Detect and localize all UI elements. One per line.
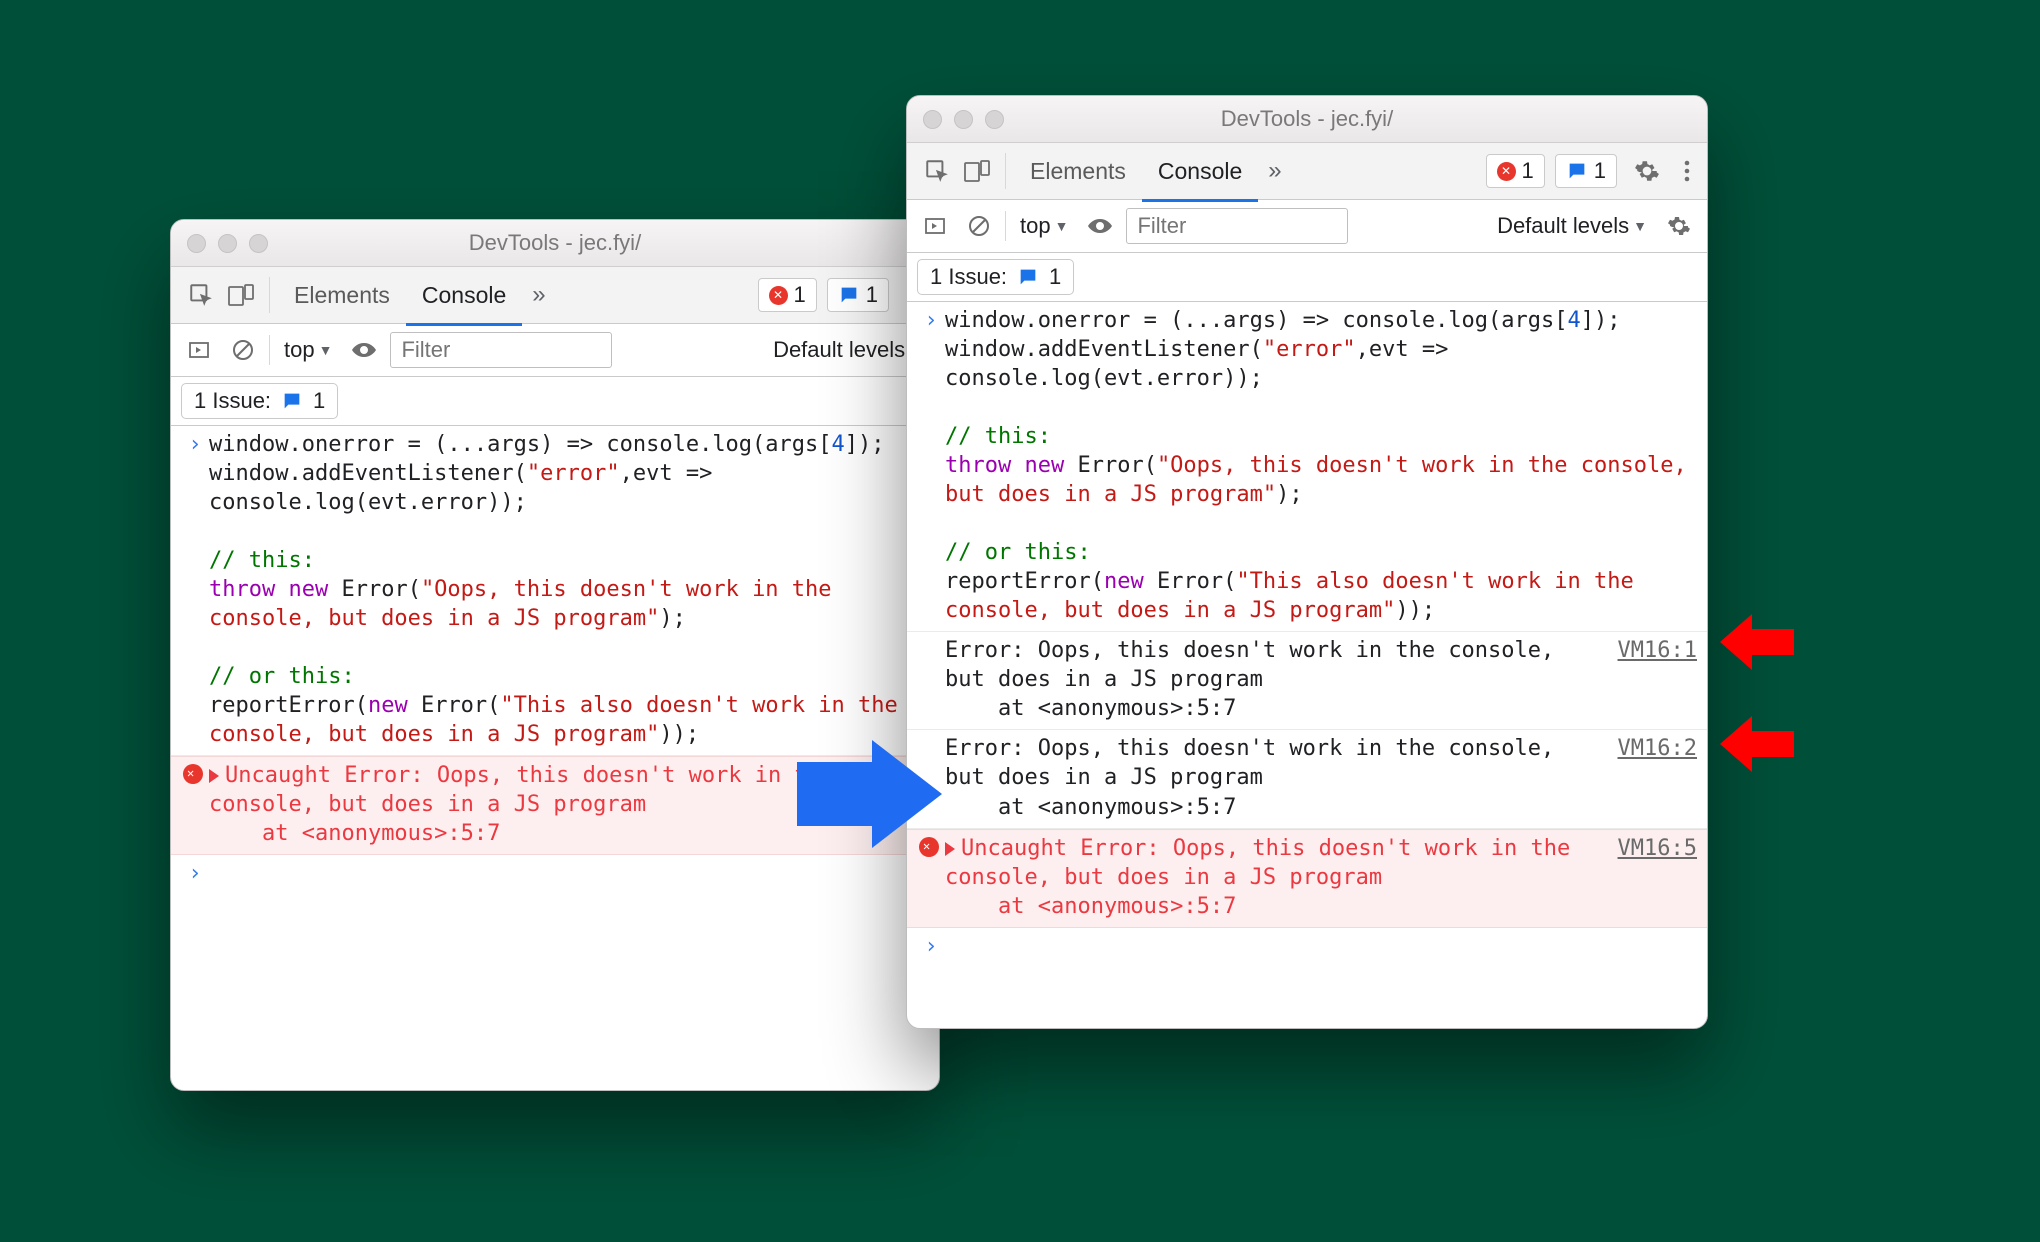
log-levels-selector[interactable]: Default levels ▼ (1491, 213, 1653, 239)
devtools-window-left: DevTools - jec.fyi/ Elements Console » 1… (170, 219, 940, 1091)
console-settings-icon[interactable] (1661, 208, 1697, 244)
error-count: 1 (1522, 158, 1534, 184)
message-count-badge[interactable]: 1 (1555, 154, 1617, 188)
window-title: DevTools - jec.fyi/ (907, 106, 1707, 132)
tab-elements[interactable]: Elements (1014, 143, 1142, 199)
tab-elements[interactable]: Elements (278, 267, 406, 323)
prompt-icon: › (917, 932, 945, 961)
console-log-row[interactable]: Error: Oops, this doesn't work in the co… (907, 730, 1707, 828)
log-levels-selector[interactable]: Default levels ▼ (767, 337, 929, 363)
issues-bar: 1 Issue: 1 (907, 253, 1707, 302)
issues-chip[interactable]: 1 Issue: 1 (917, 259, 1074, 295)
chevron-down-icon: ▼ (319, 342, 333, 358)
main-tabbar: Elements Console » 1 1 (907, 143, 1707, 200)
levels-label: Default levels (1497, 213, 1629, 239)
code-entry: window.onerror = (...args) => console.lo… (945, 306, 1697, 625)
more-tabs-icon[interactable]: » (1258, 157, 1291, 185)
code-entry: window.onerror = (...args) => console.lo… (209, 430, 929, 749)
main-tabbar: Elements Console » 1 1 (171, 267, 939, 324)
toggle-sidebar-icon[interactable] (917, 208, 953, 244)
context-label: top (284, 337, 315, 363)
source-link[interactable]: VM16:2 (1598, 734, 1697, 821)
console-prompt-row[interactable]: › (171, 855, 939, 894)
titlebar: DevTools - jec.fyi/ (907, 96, 1707, 143)
toggle-sidebar-icon[interactable] (181, 332, 217, 368)
context-label: top (1020, 213, 1051, 239)
error-icon (769, 286, 788, 305)
devtools-window-right: DevTools - jec.fyi/ Elements Console » 1… (906, 95, 1708, 1029)
more-tabs-icon[interactable]: » (522, 281, 555, 309)
error-gutter (181, 761, 209, 848)
issues-label: 1 Issue: (930, 264, 1007, 290)
issues-count: 1 (1049, 264, 1061, 290)
chevron-down-icon: ▼ (1633, 218, 1647, 234)
tab-console[interactable]: Console (406, 264, 522, 326)
log-message: Error: Oops, this doesn't work in the co… (945, 734, 1598, 821)
expand-icon[interactable] (209, 769, 219, 783)
close-dot[interactable] (923, 110, 942, 129)
min-dot[interactable] (218, 234, 237, 253)
console-input-row[interactable]: › window.onerror = (...args) => console.… (171, 426, 939, 756)
tab-console[interactable]: Console (1142, 140, 1258, 202)
max-dot[interactable] (249, 234, 268, 253)
live-expression-icon[interactable] (1082, 208, 1118, 244)
clear-console-icon[interactable] (225, 332, 261, 368)
error-icon (183, 764, 203, 784)
window-title: DevTools - jec.fyi/ (171, 230, 939, 256)
error-count-badge[interactable]: 1 (1486, 154, 1545, 188)
prompt-icon: › (181, 430, 209, 749)
message-count-badge[interactable]: 1 (827, 278, 889, 312)
source-link[interactable]: VM16:5 (1598, 834, 1697, 921)
console-body: › window.onerror = (...args) => console.… (907, 302, 1707, 967)
prompt-icon: › (181, 859, 209, 888)
clear-console-icon[interactable] (961, 208, 997, 244)
console-input-row[interactable]: › window.onerror = (...args) => console.… (907, 302, 1707, 632)
live-expression-icon[interactable] (346, 332, 382, 368)
traffic-lights (187, 234, 268, 253)
prompt-icon: › (917, 306, 945, 625)
titlebar: DevTools - jec.fyi/ (171, 220, 939, 267)
min-dot[interactable] (954, 110, 973, 129)
source-link[interactable]: VM16:1 (1598, 636, 1697, 723)
console-toolbar: top ▼ Default levels ▼ (907, 200, 1707, 253)
inspect-icon[interactable] (181, 275, 221, 315)
error-count: 1 (794, 282, 806, 308)
issues-chip[interactable]: 1 Issue: 1 (181, 383, 338, 419)
error-message: Uncaught Error: Oops, this doesn't work … (945, 834, 1598, 921)
console-error-row[interactable]: Uncaught Error: Oops, this doesn't work … (907, 829, 1707, 928)
inspect-icon[interactable] (917, 151, 957, 191)
issues-count: 1 (313, 388, 325, 414)
issues-label: 1 Issue: (194, 388, 271, 414)
max-dot[interactable] (985, 110, 1004, 129)
device-toggle-icon[interactable] (221, 275, 261, 315)
console-prompt-row[interactable]: › (907, 928, 1707, 967)
traffic-lights (923, 110, 1004, 129)
error-icon (1497, 162, 1516, 181)
device-toggle-icon[interactable] (957, 151, 997, 191)
kebab-menu-icon[interactable] (1667, 151, 1707, 191)
console-log-row[interactable]: Error: Oops, this doesn't work in the co… (907, 632, 1707, 730)
chevron-down-icon: ▼ (1055, 218, 1069, 234)
close-dot[interactable] (187, 234, 206, 253)
console-toolbar: top ▼ Default levels ▼ (171, 324, 939, 377)
error-count-badge[interactable]: 1 (758, 278, 817, 312)
message-count: 1 (866, 282, 878, 308)
settings-icon[interactable] (1627, 151, 1667, 191)
message-count: 1 (1594, 158, 1606, 184)
context-selector[interactable]: top ▼ (278, 337, 338, 363)
expand-icon[interactable] (945, 842, 955, 856)
filter-input[interactable] (390, 332, 612, 368)
log-message: Error: Oops, this doesn't work in the co… (945, 636, 1598, 723)
error-message: Uncaught Error: Oops, this doesn't work … (209, 761, 856, 848)
context-selector[interactable]: top ▼ (1014, 213, 1074, 239)
levels-label: Default levels (773, 337, 905, 363)
issues-bar: 1 Issue: 1 (171, 377, 939, 426)
filter-input[interactable] (1126, 208, 1348, 244)
